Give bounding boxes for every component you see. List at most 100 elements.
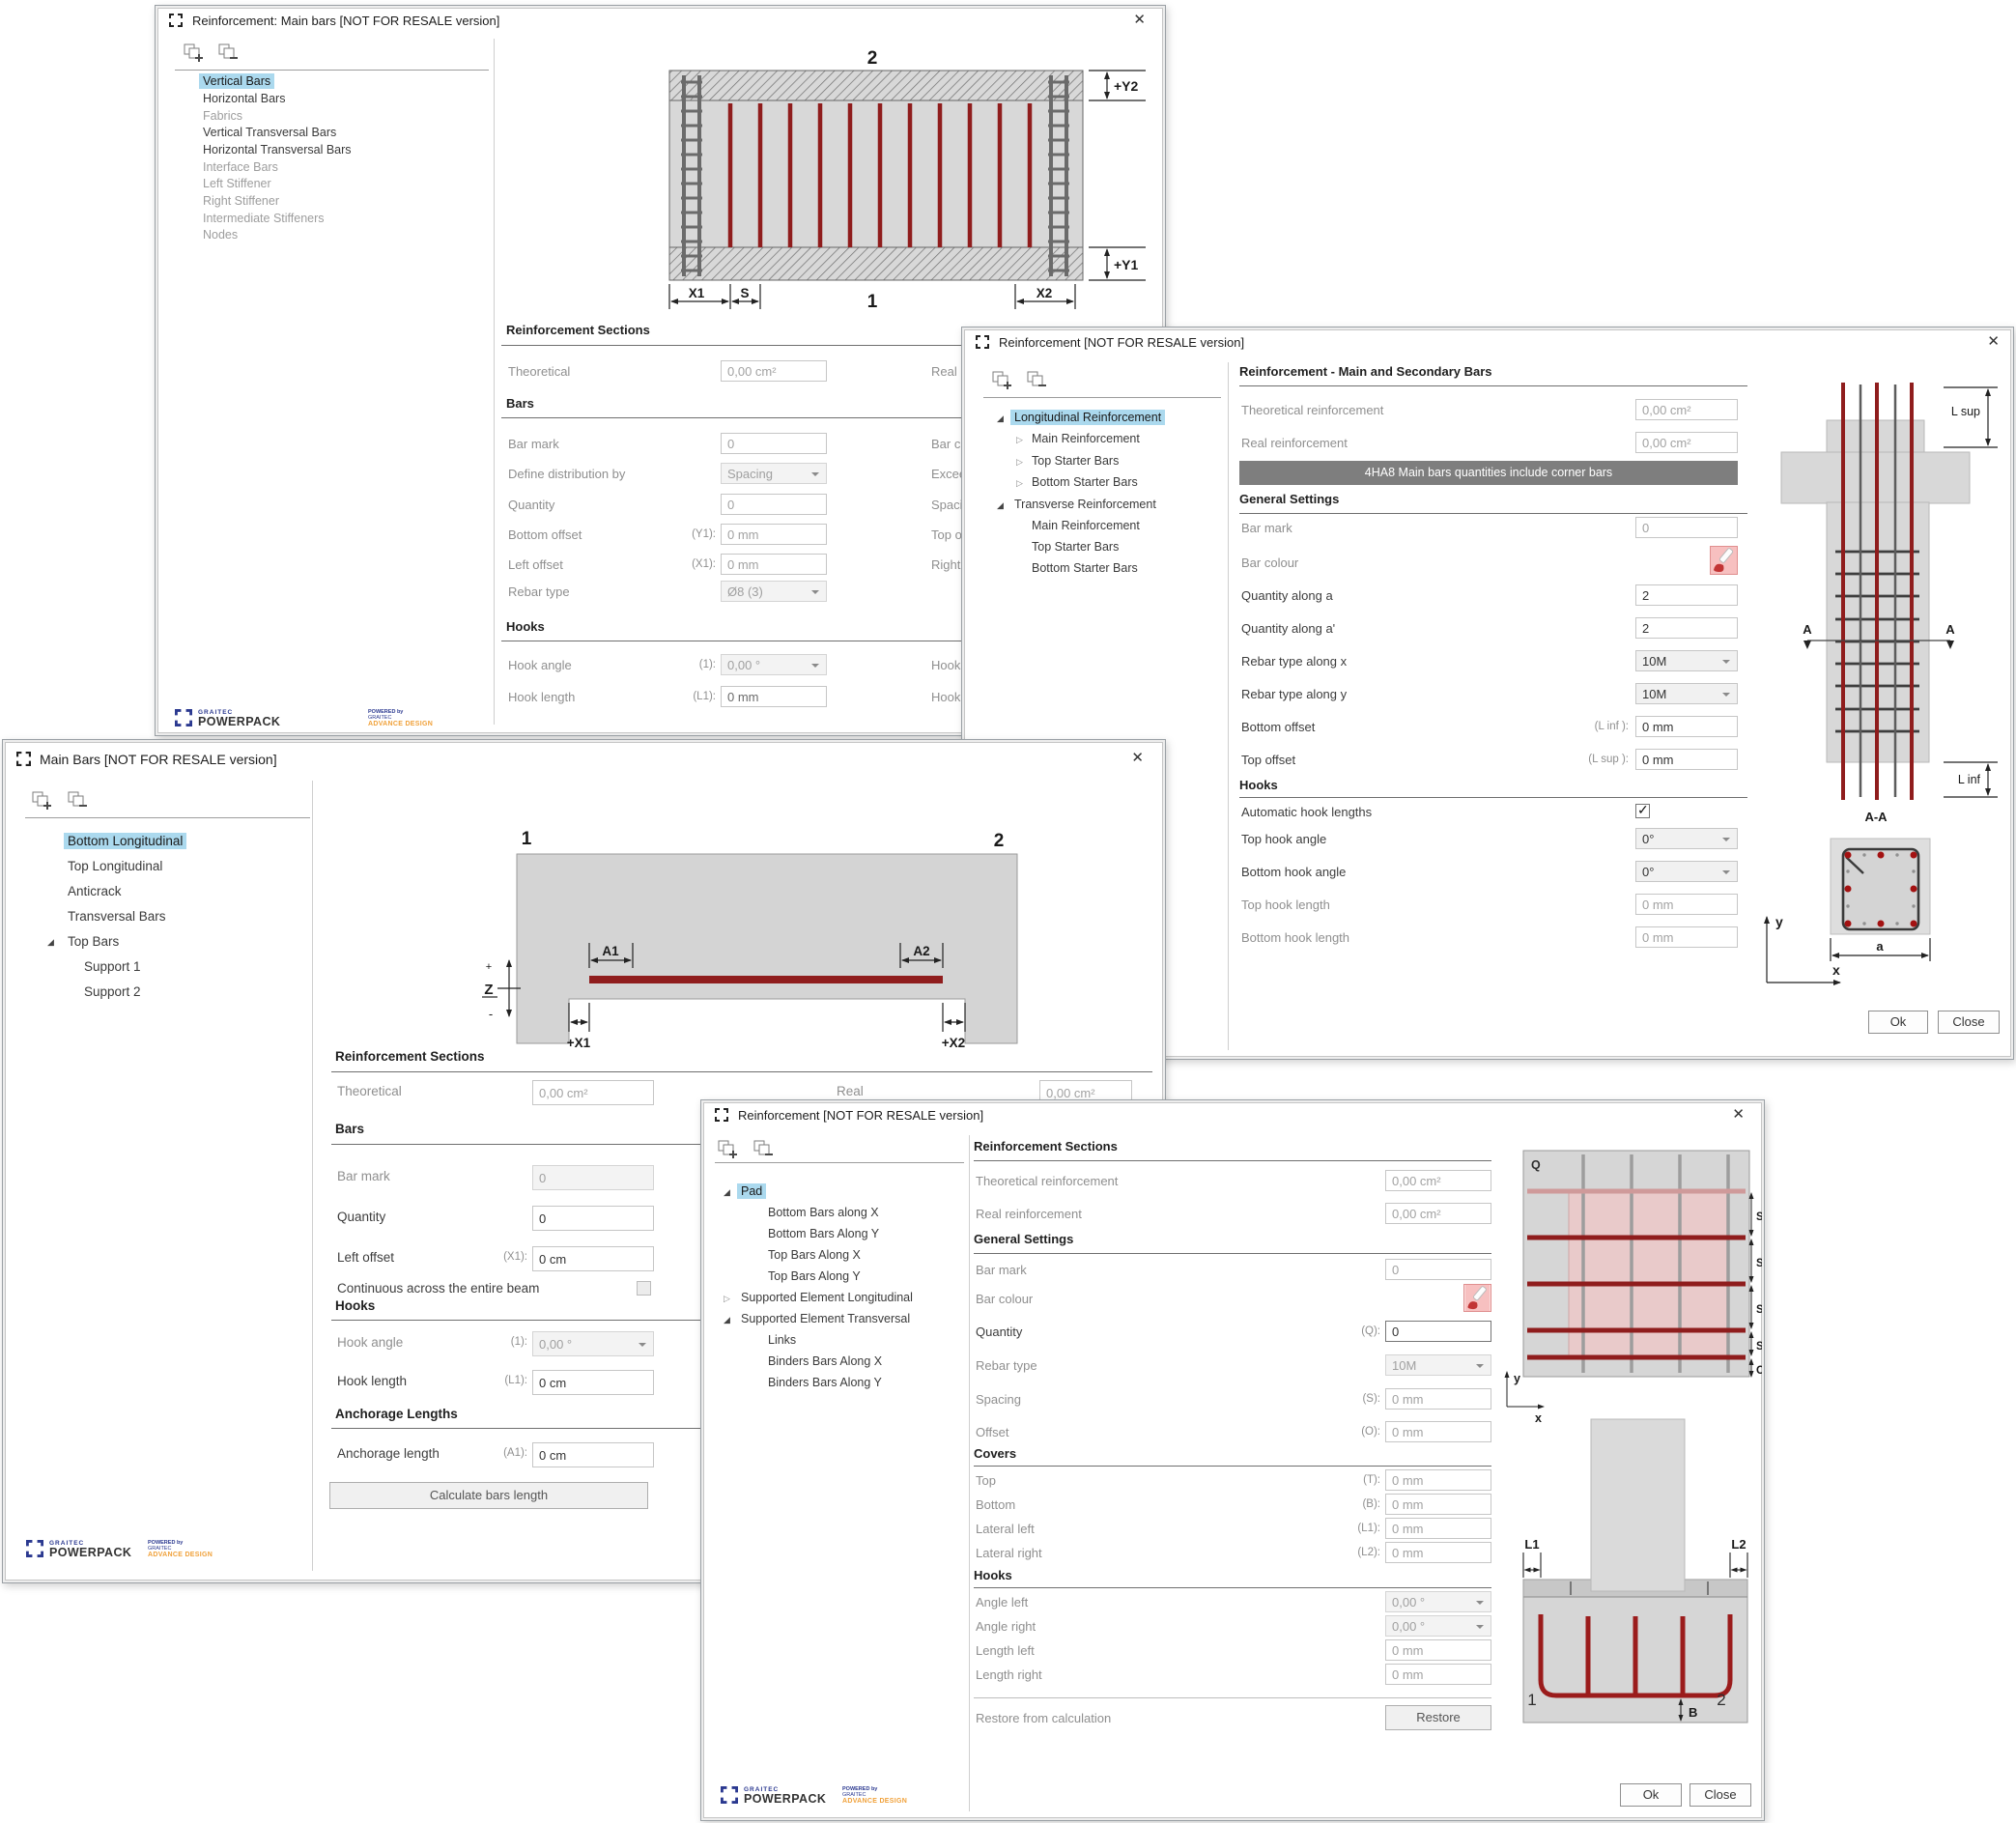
- angle-left-dropdown[interactable]: 0,00 °: [1385, 1591, 1491, 1612]
- sidebar-item-horizontal-transversal-bars[interactable]: Horizontal Transversal Bars: [199, 142, 355, 157]
- restore-button[interactable]: Restore: [1385, 1705, 1491, 1730]
- real-reinforcement-value[interactable]: 0,00 cm²: [1635, 432, 1738, 453]
- sidebar-item-vertical-transversal-bars[interactable]: Vertical Transversal Bars: [199, 125, 340, 140]
- bar-colour-button[interactable]: [1463, 1284, 1491, 1312]
- sidebar-item-transversal-bars[interactable]: Transversal Bars: [64, 908, 170, 925]
- top-hook-length-input[interactable]: 0 mm: [1635, 894, 1738, 915]
- tree-item-pad[interactable]: Pad: [737, 1183, 766, 1199]
- expanded-icon[interactable]: ◢: [997, 413, 1004, 424]
- lateral-left-input[interactable]: 0 mm: [1385, 1518, 1491, 1539]
- theoretical-reinforcement-value[interactable]: 0,00 cm²: [1635, 399, 1738, 420]
- tree-item-bottom-starter-bars[interactable]: Bottom Starter Bars: [1028, 474, 1142, 490]
- bar-mark-input[interactable]: 0: [721, 433, 827, 454]
- angle-right-dropdown[interactable]: 0,00 °: [1385, 1615, 1491, 1637]
- bar-mark-input[interactable]: 0: [1635, 517, 1738, 538]
- cover-top-input[interactable]: 0 mm: [1385, 1469, 1491, 1491]
- sidebar-item-support-2[interactable]: Support 2: [80, 983, 145, 1000]
- tree-item-top-bars-along-x[interactable]: Top Bars Along X: [764, 1247, 865, 1263]
- calculate-bars-length-button[interactable]: Calculate bars length: [329, 1482, 648, 1509]
- collapsed-icon[interactable]: ▷: [1016, 478, 1023, 489]
- collapsed-icon[interactable]: ▷: [724, 1294, 730, 1304]
- length-right-input[interactable]: 0 mm: [1385, 1664, 1491, 1685]
- collapsed-icon[interactable]: ▷: [1016, 435, 1023, 445]
- copy-add-icon[interactable]: [717, 1139, 738, 1158]
- length-left-input[interactable]: 0 mm: [1385, 1639, 1491, 1661]
- continuous-checkbox[interactable]: [637, 1281, 651, 1296]
- tree-item-top-starter-bars-t[interactable]: Top Starter Bars: [1028, 539, 1122, 555]
- bar-mark-input[interactable]: 0: [532, 1165, 654, 1190]
- copy-remove-icon[interactable]: [752, 1139, 774, 1158]
- sidebar-item-top-longitudinal[interactable]: Top Longitudinal: [64, 858, 166, 874]
- close-icon[interactable]: ✕: [1131, 751, 1144, 765]
- tree-item-bottom-bars-along-y[interactable]: Bottom Bars Along Y: [764, 1226, 883, 1241]
- quantity-input[interactable]: 0: [532, 1206, 654, 1231]
- tree-item-main-reinforcement-t[interactable]: Main Reinforcement: [1028, 518, 1144, 533]
- anchorage-length-input[interactable]: 0 cm: [532, 1442, 654, 1467]
- rebar-type-y-dropdown[interactable]: 10M: [1635, 683, 1738, 704]
- expanded-icon[interactable]: ◢: [47, 937, 54, 948]
- title-bar[interactable]: Main Bars [NOT FOR RESALE version] ✕: [3, 740, 1165, 769]
- hook-length-input[interactable]: 0 mm: [721, 686, 827, 707]
- tree-item-binders-bars-along-x[interactable]: Binders Bars Along X: [764, 1353, 886, 1369]
- tree-item-bottom-bars-along-x[interactable]: Bottom Bars along X: [764, 1205, 883, 1220]
- sidebar-item-bottom-longitudinal[interactable]: Bottom Longitudinal: [64, 833, 186, 849]
- bottom-hook-angle-dropdown[interactable]: 0°: [1635, 861, 1738, 882]
- tree-item-main-reinforcement[interactable]: Main Reinforcement: [1028, 431, 1144, 446]
- sidebar-item-fabrics[interactable]: Fabrics: [199, 108, 246, 124]
- theoretical-reinforcement-value[interactable]: 0,00 cm²: [1385, 1170, 1491, 1191]
- copy-remove-icon[interactable]: [1026, 370, 1047, 389]
- ok-button[interactable]: Ok: [1620, 1783, 1682, 1807]
- expanded-icon[interactable]: ◢: [724, 1315, 730, 1325]
- sidebar-item-top-bars[interactable]: Top Bars: [64, 933, 123, 950]
- expanded-icon[interactable]: ◢: [997, 500, 1004, 511]
- lateral-right-input[interactable]: 0 mm: [1385, 1542, 1491, 1563]
- bottom-hook-length-input[interactable]: 0 mm: [1635, 926, 1738, 948]
- tree-item-top-bars-along-y[interactable]: Top Bars Along Y: [764, 1268, 865, 1284]
- hook-angle-dropdown[interactable]: 0,00 °: [721, 654, 827, 675]
- sidebar-item-right-stiffener[interactable]: Right Stiffener: [199, 193, 283, 209]
- offset-input[interactable]: 0 mm: [1385, 1421, 1491, 1442]
- ok-button[interactable]: Ok: [1868, 1011, 1928, 1034]
- top-hook-angle-dropdown[interactable]: 0°: [1635, 828, 1738, 849]
- quantity-input[interactable]: 0: [1385, 1321, 1491, 1342]
- theoretical-value[interactable]: 0,00 cm²: [721, 360, 827, 382]
- close-icon[interactable]: ✕: [1732, 1107, 1745, 1122]
- collapsed-icon[interactable]: ▷: [1016, 457, 1023, 468]
- bottom-offset-input[interactable]: 0 mm: [721, 524, 827, 545]
- sidebar-item-intermediate-stiffeners[interactable]: Intermediate Stiffeners: [199, 211, 328, 226]
- tree-item-bottom-starter-bars-t[interactable]: Bottom Starter Bars: [1028, 560, 1142, 576]
- close-button[interactable]: Close: [1689, 1783, 1751, 1807]
- title-bar[interactable]: Reinforcement [NOT FOR RESALE version] ✕: [962, 328, 2013, 356]
- spacing-input[interactable]: 0 mm: [1385, 1388, 1491, 1410]
- tree-item-supported-element-transversal[interactable]: Supported Element Transversal: [737, 1311, 914, 1326]
- copy-add-icon[interactable]: [183, 43, 204, 62]
- bar-mark-input[interactable]: 0: [1385, 1259, 1491, 1280]
- copy-add-icon[interactable]: [31, 790, 52, 810]
- close-button[interactable]: Close: [1938, 1011, 2000, 1034]
- sidebar-item-anticrack[interactable]: Anticrack: [64, 883, 126, 899]
- sidebar-item-interface-bars[interactable]: Interface Bars: [199, 159, 282, 175]
- close-icon[interactable]: ✕: [1987, 334, 2000, 349]
- sidebar-item-vertical-bars[interactable]: Vertical Bars: [199, 73, 274, 89]
- real-reinforcement-value[interactable]: 0,00 cm²: [1385, 1203, 1491, 1224]
- hook-length-input[interactable]: 0 cm: [532, 1370, 654, 1395]
- tree-item-supported-element-longitudinal[interactable]: Supported Element Longitudinal: [737, 1290, 917, 1305]
- tree-item-top-starter-bars[interactable]: Top Starter Bars: [1028, 453, 1122, 469]
- bottom-offset-input[interactable]: 0 mm: [1635, 716, 1738, 737]
- quantity-along-a2-input[interactable]: 2: [1635, 617, 1738, 639]
- copy-remove-icon[interactable]: [67, 790, 88, 810]
- copy-add-icon[interactable]: [991, 370, 1012, 389]
- quantity-along-a-input[interactable]: 2: [1635, 584, 1738, 606]
- tree-item-binders-bars-along-y[interactable]: Binders Bars Along Y: [764, 1375, 886, 1390]
- copy-remove-icon[interactable]: [217, 43, 239, 62]
- expanded-icon[interactable]: ◢: [724, 1187, 730, 1198]
- distribution-dropdown[interactable]: Spacing: [721, 463, 827, 484]
- left-offset-input[interactable]: 0 mm: [721, 554, 827, 575]
- sidebar-item-horizontal-bars[interactable]: Horizontal Bars: [199, 91, 289, 106]
- theoretical-value[interactable]: 0,00 cm²: [532, 1080, 654, 1105]
- sidebar-item-nodes[interactable]: Nodes: [199, 227, 241, 242]
- hook-angle-dropdown[interactable]: 0,00 °: [532, 1331, 654, 1356]
- top-offset-input[interactable]: 0 mm: [1635, 749, 1738, 770]
- close-icon[interactable]: ✕: [1133, 13, 1146, 27]
- rebar-type-x-dropdown[interactable]: 10M: [1635, 650, 1738, 671]
